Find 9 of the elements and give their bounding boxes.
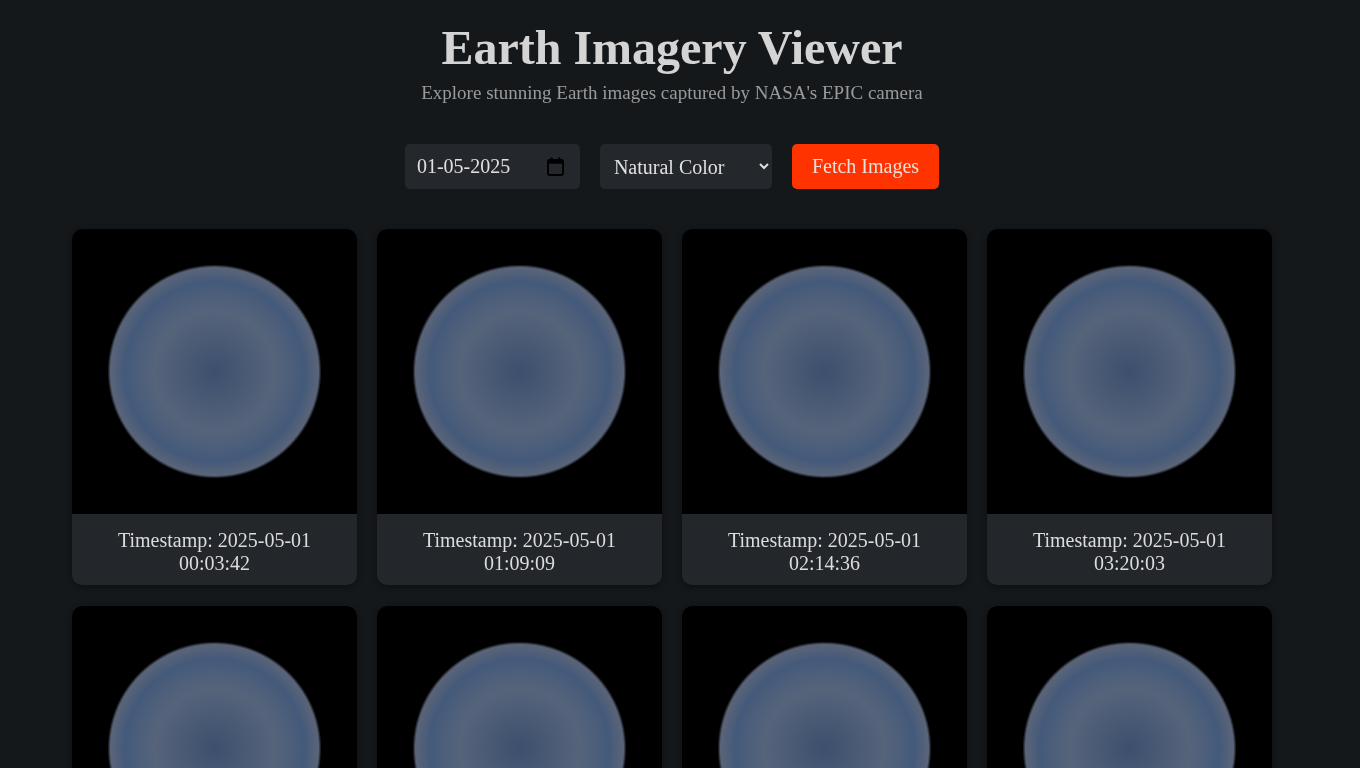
calendar-icon[interactable] — [546, 157, 564, 176]
page-subtitle: Explore stunning Earth images captured by NASA's EPIC camera — [420, 82, 924, 104]
timestamp-caption: Timestamp: 2025-05-01 02:14:36 — [726, 528, 923, 576]
timestamp-caption: Timestamp: 2025-05-01 01:09:09 — [421, 528, 618, 576]
timestamp-caption: Timestamp: 2025-05-01 03:20:03 — [1031, 528, 1228, 576]
image-type-dropdown[interactable]: Natural Color — [599, 144, 772, 189]
page-title: Earth Imagery Viewer — [440, 20, 904, 76]
date-field[interactable]: 01-05-2025 — [404, 144, 580, 189]
timestamp-caption: Timestamp: 2025-05-01 00:03:42 — [116, 528, 313, 576]
